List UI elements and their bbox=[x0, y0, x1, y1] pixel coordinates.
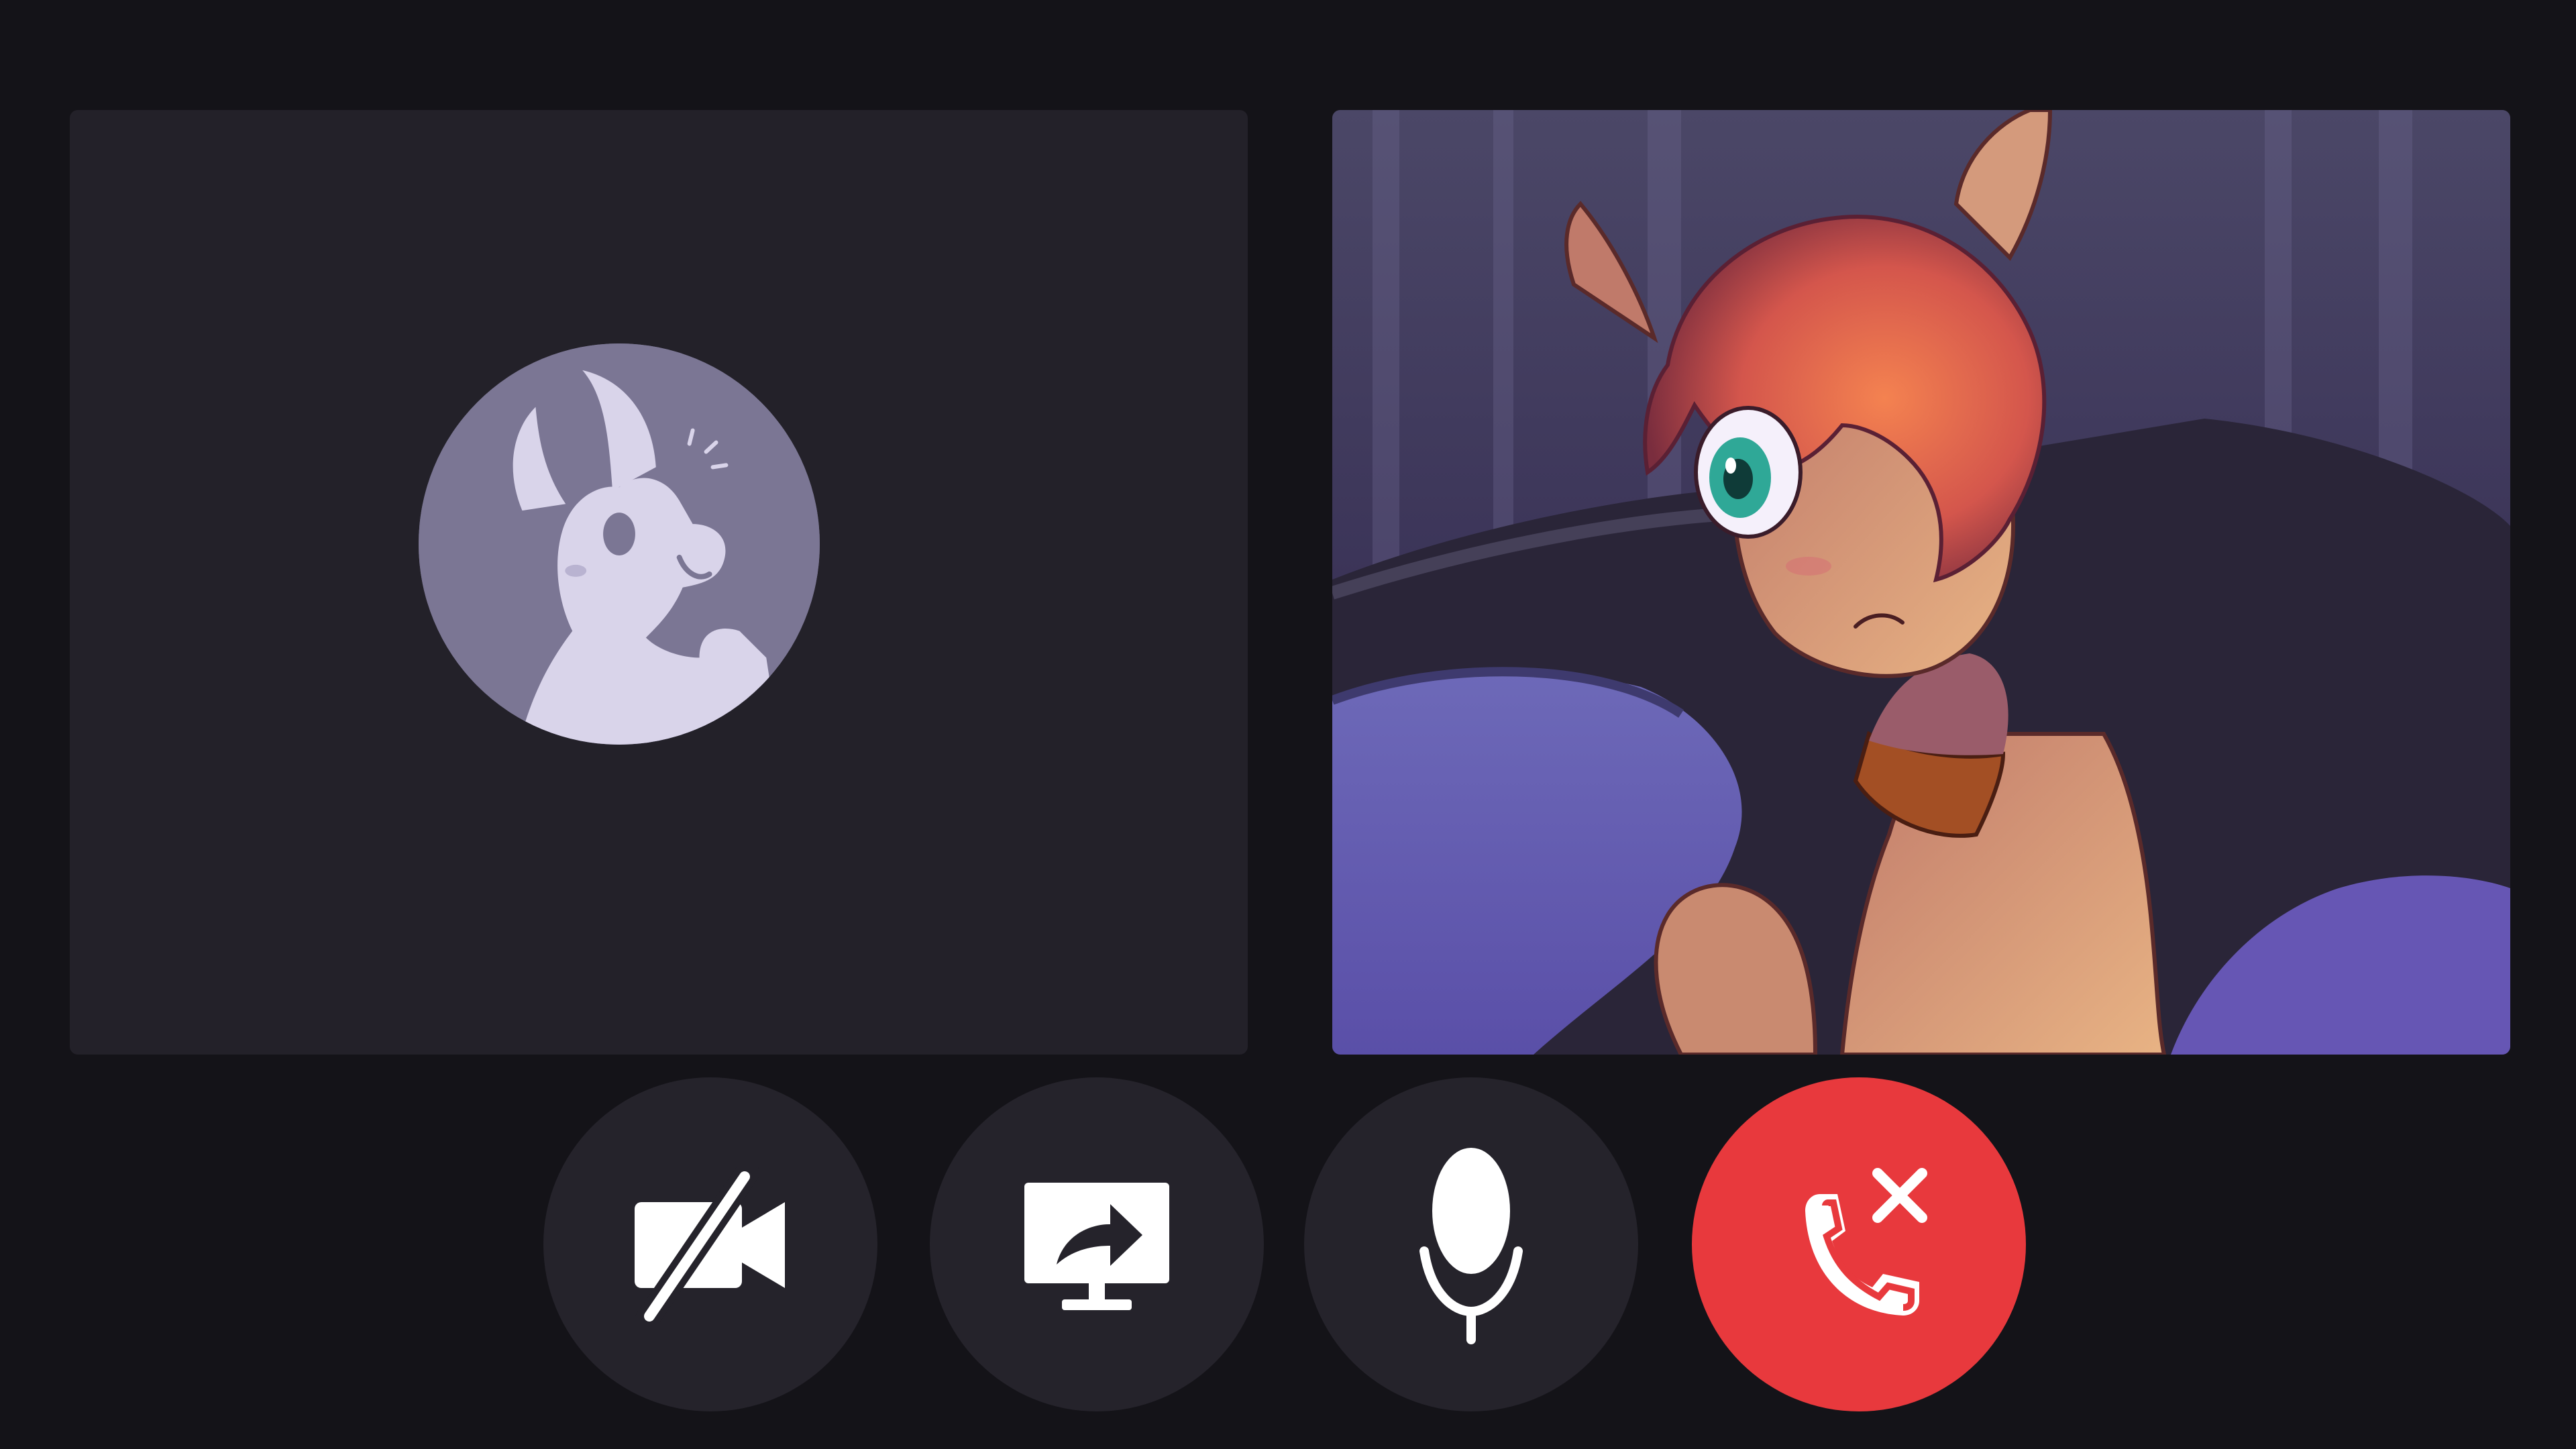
end-call-button[interactable] bbox=[1692, 1077, 2026, 1411]
pony-silhouette-avatar-icon bbox=[419, 343, 820, 745]
hang-up-icon bbox=[1778, 1164, 1939, 1325]
participant-tile-right[interactable] bbox=[1332, 110, 2510, 1055]
screen-share-button[interactable] bbox=[930, 1077, 1264, 1411]
microphone-toggle-button[interactable] bbox=[1304, 1077, 1638, 1411]
participant-avatar bbox=[419, 343, 820, 745]
camera-off-icon bbox=[633, 1167, 788, 1322]
participant-tile-left[interactable] bbox=[70, 110, 1248, 1055]
video-call-window bbox=[0, 0, 2576, 1449]
pony-video-feed-image bbox=[1332, 110, 2510, 1055]
call-controls-bar bbox=[0, 1077, 2576, 1413]
camera-toggle-button[interactable] bbox=[543, 1077, 877, 1411]
microphone-icon bbox=[1404, 1144, 1538, 1345]
screen-share-icon bbox=[1023, 1171, 1171, 1318]
